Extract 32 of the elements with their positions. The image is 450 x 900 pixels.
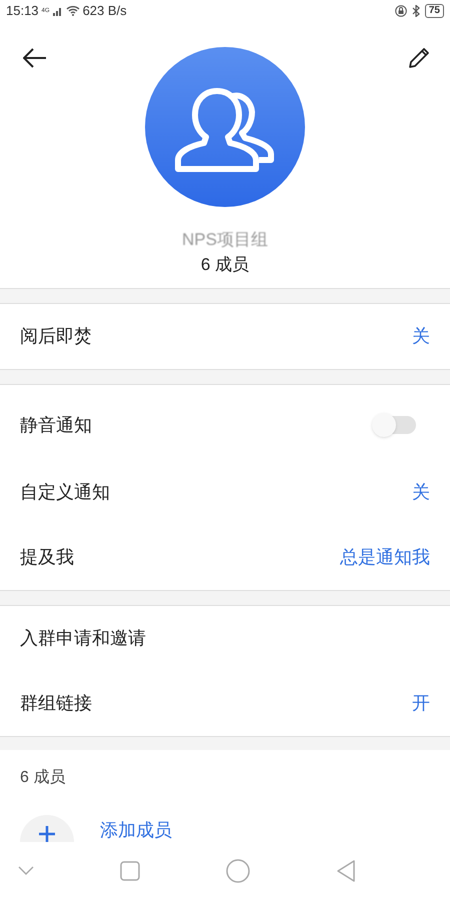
back-icon[interactable] [336,858,356,883]
setting-label: 阅后即焚 [20,324,92,348]
bluetooth-icon [412,4,420,17]
settings-row[interactable]: 自定义通知 关 [0,460,450,525]
setting-label: 提及我 [20,546,74,569]
section-title: 6 成员 [19,768,66,788]
lock-icon [394,4,407,17]
setting-value: 总是通知我 [340,546,430,569]
add-member-row[interactable]: 添加成员 [0,802,450,842]
battery-indicator: 75 [424,4,444,18]
clock: 15:13 [6,2,39,20]
home-icon[interactable] [226,858,250,883]
group-name: NPS项目组 [182,229,268,252]
settings-row[interactable]: 静音通知 [0,384,450,460]
collapse-icon[interactable] [18,866,34,876]
member-count: 6 成员 [200,254,250,276]
wifi-icon [66,5,80,16]
setting-label: 群组链接 [20,692,92,715]
setting-label: 自定义通知 [20,480,110,504]
setting-value: 关 [412,480,430,504]
setting-label: 静音通知 [20,414,92,437]
setting-value: 开 [412,692,430,715]
settings-row[interactable]: 阅后即焚 关 [0,304,450,369]
settings-row[interactable]: 入群申请和邀请 [0,606,450,671]
network-speed: 623 B/s [82,2,127,20]
setting-value: 关 [412,324,430,348]
settings-row[interactable]: 提及我 总是通知我 [0,524,450,590]
settings-row[interactable]: 群组链接 开 [0,670,450,736]
signal-icon [52,6,63,16]
recent-apps-icon[interactable] [120,860,140,881]
setting-label: 入群申请和邀请 [20,626,146,650]
add-member-label: 添加成员 [100,818,172,842]
